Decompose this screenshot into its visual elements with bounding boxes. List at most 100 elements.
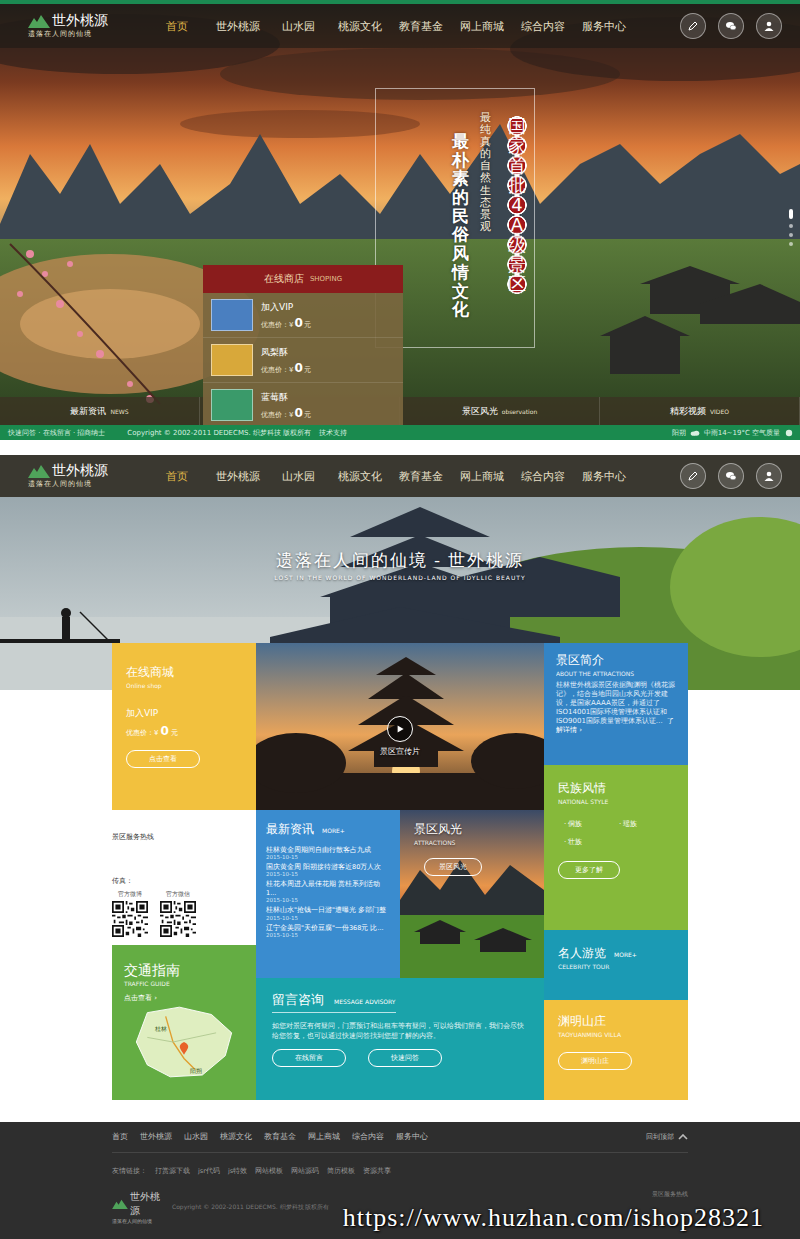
site-logo[interactable]: 世外桃源遗落在人间的仙境 — [28, 463, 128, 489]
shop-item[interactable]: 加入VIP优惠价：¥0元 — [203, 293, 403, 338]
cloud-icon — [690, 429, 700, 437]
hero-tab-label: 精彩视频 — [670, 405, 706, 418]
more-button[interactable]: 更多了解 — [558, 861, 620, 879]
nav-item[interactable]: 服务中心 — [573, 469, 634, 484]
card-subtitle: CELEBRITY TOUR — [558, 963, 609, 970]
product-price: 优惠价：¥0元 — [261, 406, 311, 420]
ethnic-item[interactable]: · 壮族 — [564, 837, 609, 847]
shop-item[interactable]: 蓝莓酥优惠价：¥0元 — [203, 383, 403, 425]
read-more-link[interactable]: 了解详情 › — [556, 717, 674, 734]
logo-title: 世外桃源 — [52, 13, 108, 30]
nav-item[interactable]: 世外桃源 — [207, 469, 268, 484]
scenery-button[interactable]: 景区风光 — [424, 858, 482, 876]
ethnic-item[interactable]: · 瑶族 — [619, 819, 664, 829]
traffic-map[interactable]: 桂林阳朔 — [129, 1005, 239, 1079]
user-button[interactable] — [756, 13, 782, 39]
footer-nav-item[interactable]: 世外桃源 — [140, 1132, 172, 1142]
news-item[interactable]: 国庆黄金周 阳朔接待游客近80万人次2015-10-15 — [266, 863, 390, 877]
map-label: 阳朔 — [190, 1067, 202, 1075]
footer-nav-item[interactable]: 综合内容 — [352, 1132, 384, 1142]
nav-item[interactable]: 教育基金 — [390, 469, 451, 484]
message-button[interactable]: 在线留言 — [272, 1049, 346, 1067]
qr-block[interactable]: 官方微信 — [160, 890, 196, 937]
mountain-logo-icon — [28, 464, 50, 478]
video-label: 景区宣传片 — [380, 746, 420, 757]
hero-tab[interactable]: 景区风光observation — [400, 397, 600, 425]
friend-link[interactable]: 网站源码 — [291, 1167, 319, 1176]
nav-item[interactable]: 桃源文化 — [329, 469, 390, 484]
hero-tab[interactable]: 最新资讯NEWS — [0, 397, 200, 425]
villa-button[interactable]: 渊明山庄 — [558, 1052, 632, 1070]
slide-dot[interactable] — [789, 242, 793, 246]
nav-item[interactable]: 服务中心 — [573, 19, 634, 34]
quick-links[interactable]: 快速问答 · 在线留言 · 招商纳士 — [8, 428, 105, 438]
edit-button[interactable] — [680, 463, 706, 489]
card-title: 渊明山庄 — [558, 1014, 606, 1030]
footer-nav-item[interactable]: 网上商城 — [308, 1132, 340, 1142]
villa-card: 渊明山庄TAOYUANMING VILLA渊明山庄 — [544, 1000, 688, 1100]
wechat-button[interactable] — [718, 13, 744, 39]
site-logo[interactable]: 世外桃源遗落在人间的仙境 — [28, 13, 128, 39]
card-title: 景区简介 — [556, 653, 604, 669]
nav-item[interactable]: 世外桃源 — [207, 19, 268, 34]
nav-item[interactable]: 首页 — [146, 469, 207, 484]
watermark: https://www.huzhan.com/ishop28321 — [343, 1203, 764, 1233]
friend-link[interactable]: jsr代码 — [198, 1167, 220, 1176]
logo-subtitle: 遗落在人间的仙境 — [28, 480, 128, 489]
footer-logo[interactable]: 世外桃源遗落在人间的仙境 — [112, 1190, 164, 1224]
nav-item[interactable]: 桃源文化 — [329, 19, 390, 34]
footer-nav-item[interactable]: 桃源文化 — [220, 1132, 252, 1142]
more-link[interactable]: MORE+ — [322, 827, 345, 834]
hero-tab[interactable]: 精彩视频VIDEO — [600, 397, 800, 425]
video-card[interactable]: 景区宣传片 — [256, 643, 544, 810]
footer-nav-item[interactable]: 山水园 — [184, 1132, 208, 1142]
nav-item[interactable]: 综合内容 — [512, 469, 573, 484]
friend-link[interactable]: 简历模板 — [327, 1167, 355, 1176]
nav-item[interactable]: 网上商城 — [451, 469, 512, 484]
footer-nav-item[interactable]: 服务中心 — [396, 1132, 428, 1142]
view-button[interactable]: 点击查看 — [126, 750, 200, 768]
back-to-top[interactable]: 回到顶部 — [646, 1132, 688, 1142]
news-item[interactable]: 桂林黄金周期间自由行散客占九成2015-10-15 — [266, 846, 390, 860]
friend-link[interactable]: 网站模板 — [255, 1167, 283, 1176]
news-date: 2015-10-15 — [266, 915, 390, 921]
shop-item[interactable]: 凤梨酥优惠价：¥0元 — [203, 338, 403, 383]
footer-nav-item[interactable]: 教育基金 — [264, 1132, 296, 1142]
user-button[interactable] — [756, 463, 782, 489]
slide-dot[interactable] — [789, 209, 793, 219]
nav-item[interactable]: 山水园 — [268, 469, 329, 484]
home-hero: 世外桃源遗落在人间的仙境首页世外桃源山水园桃源文化教育基金网上商城综合内容服务中… — [0, 0, 800, 425]
slide-dot[interactable] — [789, 233, 793, 237]
product-name: 蓝莓酥 — [261, 391, 311, 404]
nav-item[interactable]: 教育基金 — [390, 19, 451, 34]
nav-item[interactable]: 综合内容 — [512, 19, 573, 34]
mountain-logo-icon — [112, 1199, 128, 1209]
card-subtitle: Online shop — [126, 682, 162, 689]
news-item[interactable]: 辽宁金美园"天价豆腐"一份368元 比...2015-10-15 — [266, 924, 390, 938]
play-button[interactable] — [387, 716, 413, 742]
qr-block[interactable]: 官方微博 — [112, 890, 148, 937]
weather-city: 阳朔 — [672, 428, 686, 438]
banner-title: 遗落在人间的仙境 - 世外桃源 — [276, 549, 524, 572]
footer-nav-item[interactable]: 首页 — [112, 1132, 128, 1142]
slide-dot[interactable] — [789, 224, 793, 228]
view-link[interactable]: 点击查看 › — [124, 993, 157, 1003]
nav-item[interactable]: 首页 — [146, 19, 207, 34]
video-overlay: 景区宣传片 — [256, 643, 544, 810]
news-date: 2015-10-15 — [266, 854, 390, 860]
news-item[interactable]: 桂花本周进入最佳花期 赏桂系列活动1...2015-10-15 — [266, 880, 390, 903]
more-link[interactable]: MORE+ — [614, 951, 637, 958]
friend-link[interactable]: js特效 — [228, 1167, 247, 1176]
news-item[interactable]: 桂林山水"抢钱一日游"遭曝光 多部门整2015-10-15 — [266, 906, 390, 920]
message-button[interactable]: 快速问答 — [368, 1049, 442, 1067]
pencil-icon — [687, 470, 699, 482]
ethnic-item[interactable]: · 侗族 — [564, 819, 609, 829]
support-link[interactable]: 技术支持 — [319, 428, 347, 438]
wechat-button[interactable] — [718, 463, 744, 489]
nav-item[interactable]: 山水园 — [268, 19, 329, 34]
friend-link[interactable]: 资源共享 — [363, 1167, 391, 1176]
nav-item[interactable]: 网上商城 — [451, 19, 512, 34]
news-date: 2015-10-15 — [266, 871, 390, 877]
friend-link[interactable]: 打赏源下载 — [155, 1167, 190, 1176]
edit-button[interactable] — [680, 13, 706, 39]
